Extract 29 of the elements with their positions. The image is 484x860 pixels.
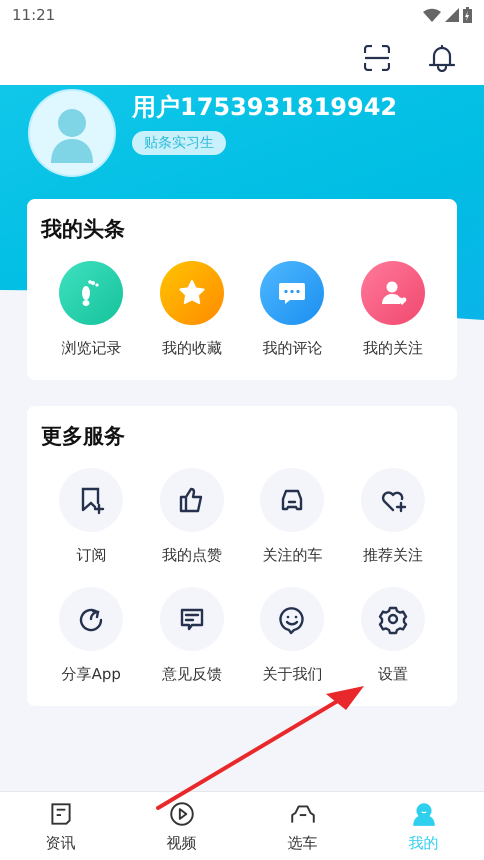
- menu-item[interactable]: 关注的车: [242, 468, 342, 565]
- battery-icon: [463, 7, 472, 23]
- menu-item[interactable]: 我的点赞: [142, 468, 242, 565]
- notification-bell-icon[interactable]: [428, 44, 456, 72]
- nav-tab[interactable]: 视频: [121, 792, 242, 860]
- scan-icon[interactable]: [364, 44, 390, 70]
- wifi-icon: [423, 8, 441, 22]
- menu-item[interactable]: 我的评论: [242, 261, 342, 358]
- nav-tab[interactable]: 选车: [242, 792, 363, 860]
- signal-icon: [445, 8, 459, 22]
- menu-item[interactable]: 浏览记录: [41, 261, 142, 358]
- nav-tab[interactable]: 资讯: [0, 792, 121, 860]
- status-time: 11:21: [12, 6, 56, 24]
- menu-item[interactable]: 分享App: [41, 587, 142, 684]
- section-title: 我的头条: [41, 216, 126, 243]
- play-icon: [170, 802, 194, 826]
- menu-item[interactable]: 关于我们: [242, 587, 342, 684]
- car-icon: [290, 805, 314, 822]
- menu-item[interactable]: 设置: [342, 587, 443, 684]
- news-icon: [50, 802, 70, 824]
- user-icon: [412, 802, 434, 826]
- menu-item[interactable]: 意见反馈: [142, 587, 242, 684]
- menu-item[interactable]: 我的收藏: [142, 261, 242, 358]
- section-title: 更多服务: [41, 423, 126, 450]
- menu-item[interactable]: 我的关注: [342, 261, 443, 358]
- username: 用户1753931819942: [132, 92, 398, 123]
- menu-item[interactable]: 推荐关注: [342, 468, 443, 565]
- user-level-tag: 贴条实习生: [132, 131, 226, 155]
- menu-item[interactable]: 订阅: [41, 468, 142, 565]
